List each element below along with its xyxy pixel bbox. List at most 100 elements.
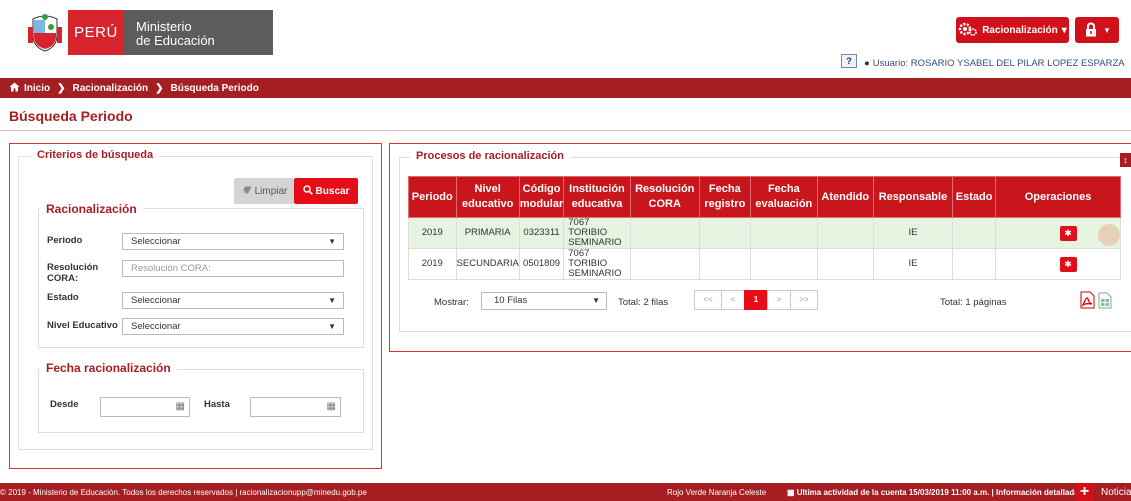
cell-fecha-registro xyxy=(698,248,751,280)
col-header-text: Operaciones xyxy=(1024,190,1092,203)
pdf-export-icon[interactable] xyxy=(1080,291,1095,309)
minedu-logo[interactable]: PERÚ Ministerio de Educación xyxy=(22,10,273,55)
calendar-icon[interactable]: ▦ xyxy=(176,401,185,412)
desde-date-input[interactable]: ▦ xyxy=(100,397,190,417)
pager-next[interactable]: > xyxy=(767,290,791,310)
total-rows: Total: 2 filas xyxy=(618,297,669,308)
chevron-down-icon: ▼ xyxy=(328,322,336,331)
search-icon xyxy=(302,184,313,198)
col-header-text: Fecha xyxy=(767,183,800,195)
resolucion-cora-input[interactable]: Resolución CORA: xyxy=(122,260,344,277)
pager-prev[interactable]: < xyxy=(721,290,745,310)
cell-fecha-registro xyxy=(698,217,751,249)
col-estado[interactable]: Estado xyxy=(952,176,997,218)
cell-periodo: 2019 xyxy=(408,248,457,280)
home-icon xyxy=(9,82,20,95)
eraser-icon xyxy=(241,186,252,197)
pager-page-current[interactable]: 1 xyxy=(744,290,768,310)
col-header-text: registro xyxy=(704,198,746,210)
calendar-icon: ▦ xyxy=(787,488,797,497)
breadcrumb: Inicio ❯ Racionalización ❯ Búsqueda Peri… xyxy=(0,78,1131,98)
col-responsable[interactable]: Responsable xyxy=(872,176,954,218)
cell-responsable: IE xyxy=(872,217,954,249)
cell-institucion: 7067 TORIBIO SEMINARIO xyxy=(563,248,631,280)
gear-icon[interactable]: ✱ xyxy=(1059,225,1077,241)
search-button[interactable]: Buscar xyxy=(294,178,358,204)
logo-ministry-line1: Ministerio xyxy=(136,19,192,34)
resolucion-label: Resolución CORA: xyxy=(47,262,98,284)
user-label: Usuario: ROSARIO YSABEL DEL PILAR LOPEZ … xyxy=(872,58,1125,69)
col-institucion-educativa[interactable]: Institución educativa xyxy=(563,176,631,218)
col-header-text: Institución xyxy=(569,183,625,195)
pager-last[interactable]: >> xyxy=(790,290,818,310)
pager-first[interactable]: << xyxy=(694,290,722,310)
cell-codigo: 0323311 xyxy=(518,217,565,249)
cell-resolucion xyxy=(629,248,700,280)
col-header-text: CORA xyxy=(648,198,681,210)
logo-country: PERÚ xyxy=(68,10,124,55)
collapse-panel-button[interactable]: ↕ xyxy=(1120,153,1131,167)
account-lock-menu-button[interactable]: ▾ xyxy=(1075,17,1119,43)
cell-text: SEMINARIO xyxy=(568,268,622,279)
col-codigo-modular[interactable]: Código modular xyxy=(518,176,565,218)
col-header-text: Estado xyxy=(955,190,993,203)
col-header-text: Responsable xyxy=(878,190,948,203)
cell-estado xyxy=(952,248,997,280)
caret-down-icon: ▾ xyxy=(1061,24,1067,36)
table-row[interactable]: 2019 SECUNDARIA 0501809 7067 TORIBIO SEMI… xyxy=(408,248,1121,280)
hasta-date-input[interactable]: ▦ xyxy=(250,397,341,417)
clear-button[interactable]: Limpiar xyxy=(234,178,294,204)
footer-copyright: © 2019 - Ministerio de Educación. Todos … xyxy=(0,488,367,497)
help-button[interactable]: ? xyxy=(841,54,857,68)
nivel-educativo-select[interactable]: Seleccionar ▼ xyxy=(122,318,344,335)
user-info: ● Usuario: ROSARIO YSABEL DEL PILAR LOPEZ… xyxy=(864,58,1125,69)
table-header-row: Periodo Nivel educativo Código modular Ins… xyxy=(408,176,1121,218)
processes-legend: Procesos de racionalización xyxy=(410,150,570,162)
col-atendido[interactable]: Atendido xyxy=(816,176,874,218)
excel-export-icon[interactable] xyxy=(1098,292,1112,309)
col-header-text: Código xyxy=(522,183,561,195)
col-resolucion-cora[interactable]: Resolución CORA xyxy=(629,176,700,218)
col-nivel-educativo[interactable]: Nivel educativo xyxy=(455,176,520,218)
plus-icon: + xyxy=(1075,483,1094,501)
cell-fecha-evaluacion xyxy=(749,248,818,280)
col-fecha-evaluacion[interactable]: Fecha evaluación xyxy=(749,176,818,218)
cell-periodo: 2019 xyxy=(408,217,457,249)
page-size-select[interactable]: 10 Filas ▼ xyxy=(481,292,607,310)
periodo-select[interactable]: Seleccionar ▼ xyxy=(122,233,344,250)
logo-ministry: Ministerio de Educación xyxy=(124,10,273,55)
chevron-right-icon: ❯ xyxy=(57,82,66,94)
page-size-value: 10 Filas xyxy=(494,295,528,306)
coat-of-arms-icon xyxy=(22,10,68,55)
col-header-text: Fecha xyxy=(708,183,741,195)
breadcrumb-racionalizacion[interactable]: Racionalización xyxy=(73,83,149,94)
table-row[interactable]: 2019 PRIMARIA 0323311 7067 TORIBIO SEMINA… xyxy=(408,217,1121,249)
col-header-text: educativa xyxy=(571,198,623,210)
title-divider xyxy=(0,130,1131,131)
theme-color-links[interactable]: Rojo Verde Naranja Celeste xyxy=(667,488,766,497)
chevron-down-icon: ▼ xyxy=(328,296,336,305)
col-periodo[interactable]: Periodo xyxy=(408,176,457,218)
calendar-icon[interactable]: ▦ xyxy=(327,401,336,412)
col-header-text: educativo xyxy=(462,198,514,210)
breadcrumb-inicio[interactable]: Inicio xyxy=(24,83,50,94)
notifications-button[interactable]: + Noticia xyxy=(1075,483,1131,501)
col-header-text: Resolución xyxy=(635,183,695,195)
periodo-select-value: Seleccionar xyxy=(131,236,181,247)
cell-atendido xyxy=(816,217,874,249)
col-fecha-registro[interactable]: Fecha registro xyxy=(698,176,751,218)
last-activity[interactable]: ▦ Ultima actividad de la cuenta 15/03/20… xyxy=(787,488,1079,497)
gear-icon[interactable]: ✱ xyxy=(1059,256,1077,272)
col-header-text: Atendido xyxy=(821,190,870,203)
search-criteria-panel: Criterios de búsqueda Limpiar Buscar Rac… xyxy=(9,143,382,469)
racionalizacion-menu-button[interactable]: Racionalización ▾ xyxy=(956,17,1069,43)
estado-label: Estado xyxy=(47,292,79,303)
col-header-text: evaluación xyxy=(755,198,813,210)
page-title: Búsqueda Periodo xyxy=(9,108,133,124)
last-activity-text: Ultima actividad de la cuenta 15/03/2019… xyxy=(796,488,1079,497)
estado-select[interactable]: Seleccionar ▼ xyxy=(122,292,344,309)
col-header-text: Nivel xyxy=(474,183,501,195)
racionalizacion-menu-label: Racionalización xyxy=(982,24,1058,36)
desde-label: Desde xyxy=(50,399,79,410)
criteria-legend: Criterios de búsqueda xyxy=(31,149,160,161)
